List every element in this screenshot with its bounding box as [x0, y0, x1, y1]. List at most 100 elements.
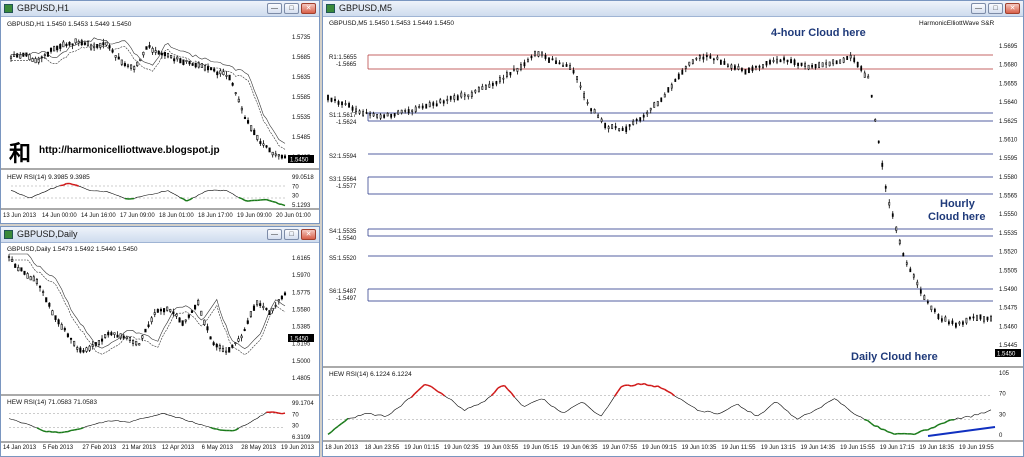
maximize-icon[interactable]: □: [284, 229, 299, 240]
rsi-segment: [597, 413, 602, 417]
minimize-icon[interactable]: —: [267, 3, 282, 14]
rsi-segment: [32, 195, 36, 198]
rsi-segment: [404, 398, 409, 403]
candle-body: [213, 68, 216, 72]
rsi-segment: [664, 388, 669, 393]
candle-body: [97, 340, 100, 345]
rsi-segment: [927, 427, 932, 431]
rsi-segment: [847, 408, 852, 412]
maximize-icon[interactable]: □: [284, 3, 299, 14]
candle-body: [569, 64, 571, 70]
axis-tick-label: 1.5735: [292, 35, 311, 41]
candle-body: [237, 98, 240, 103]
window-titlebar[interactable]: GBPUSD,M5 — □ ✕: [323, 1, 1023, 17]
rsi-segment: [87, 189, 92, 192]
candle-body: [400, 109, 403, 114]
daily-chart-area[interactable]: GBPUSD,Daily 1.5473 1.5492 1.5440 1.5450…: [1, 243, 319, 456]
candle-body: [185, 60, 188, 62]
rsi-segment: [857, 415, 862, 418]
rsi-segment: [115, 194, 119, 197]
close-icon[interactable]: ✕: [1005, 3, 1020, 14]
rsi-segment: [105, 420, 109, 422]
axis-tick-label: 105: [999, 371, 1010, 377]
candle-body: [586, 101, 589, 104]
rsi-segment: [42, 430, 47, 433]
close-icon[interactable]: ✕: [301, 3, 316, 14]
candle-body: [839, 59, 842, 64]
rsi-segment: [148, 416, 152, 418]
level-label: -1.5497: [336, 296, 357, 302]
chart-window-daily[interactable]: GBPUSD,Daily — □ ✕ GBPUSD,Daily 1.5473 1.5…: [0, 226, 320, 457]
rsi-segment: [474, 404, 478, 406]
rsi-segment: [737, 403, 742, 408]
rsi-segment: [461, 407, 465, 411]
time-tick-label: 27 Feb 2013: [82, 445, 116, 451]
candle-body: [362, 111, 364, 116]
rsi-segment: [167, 414, 171, 416]
candle-body: [184, 319, 187, 322]
axis-tick-label: 1.5635: [292, 75, 311, 81]
candle-body: [194, 304, 197, 310]
candle-body: [877, 140, 880, 144]
maximize-icon[interactable]: □: [988, 3, 1003, 14]
time-tick-label: 13 Jun 2013: [3, 213, 37, 219]
rsi-segment: [232, 193, 236, 197]
time-tick-label: 19 Jun 17:15: [880, 445, 915, 451]
candle-body: [268, 147, 271, 153]
candle-body: [442, 100, 445, 104]
rsi-segment: [253, 418, 258, 421]
candle-body: [265, 145, 268, 148]
candle-body: [259, 141, 262, 144]
m5-chart-area[interactable]: GBPUSD,M5 1.5450 1.5453 1.5449 1.5450 Ha…: [323, 17, 1023, 456]
axis-tick-label: 1.6165: [292, 256, 311, 262]
chart-window-m5[interactable]: GBPUSD,M5 — □ ✕ GBPUSD,M5 1.5450 1.5453 1.…: [322, 0, 1024, 457]
time-tick-label: 14 Jun 16:00: [81, 213, 116, 219]
window-title: GBPUSD,Daily: [17, 229, 78, 239]
current-price-label: 1.5450: [997, 352, 1016, 358]
candle-body: [63, 328, 66, 331]
h1-chart-area[interactable]: GBPUSD,H1 1.5450 1.5453 1.5449 1.5450 1.…: [1, 17, 319, 223]
candle-body: [280, 155, 283, 159]
rsi-segment: [132, 419, 137, 422]
minimize-icon[interactable]: —: [267, 229, 282, 240]
candle-body: [53, 46, 56, 52]
rsi-segment: [527, 402, 532, 405]
rsi-segment: [594, 411, 599, 415]
time-tick-label: 12 Apr 2013: [162, 445, 195, 451]
candle-body: [262, 305, 265, 309]
candle-body: [449, 96, 452, 100]
candle-body: [888, 202, 891, 206]
level-label: R1:1.5655: [329, 55, 357, 61]
rsi-segment: [191, 421, 196, 424]
indicator-label: HarmonicElliottWave S&R: [919, 20, 995, 27]
cloud-line: [11, 37, 286, 144]
window-titlebar[interactable]: GBPUSD,H1 — □ ✕: [1, 1, 319, 17]
candle-body: [390, 113, 393, 118]
rsi-segment: [837, 400, 842, 404]
candle-body: [467, 94, 470, 98]
window-titlebar[interactable]: GBPUSD,Daily — □ ✕: [1, 227, 319, 243]
level-label: -1.5540: [336, 236, 357, 242]
rsi-segment: [100, 190, 104, 193]
candle-body: [170, 55, 173, 58]
candle-body: [51, 310, 54, 316]
candle-body: [972, 316, 975, 319]
time-tick-label: 19 Jun 18:35: [919, 445, 954, 451]
rsi-segment: [146, 194, 150, 196]
chart-window-h1[interactable]: GBPUSD,H1 — □ ✕ GBPUSD,H1 1.5450 1.5453 1.…: [0, 0, 320, 224]
candle-body: [562, 64, 564, 67]
rsi-segment: [281, 412, 286, 415]
rsi-segment: [454, 402, 459, 407]
candle-body: [114, 55, 117, 58]
close-icon[interactable]: ✕: [301, 229, 316, 240]
candle-body: [86, 41, 90, 46]
candle-body: [176, 56, 179, 60]
rsi-segment: [35, 194, 39, 196]
rsi-segment: [824, 402, 828, 405]
candle-body: [150, 317, 153, 323]
rsi-segment: [238, 196, 243, 200]
rsi-segment: [767, 404, 772, 409]
candle-body: [797, 62, 799, 67]
minimize-icon[interactable]: —: [971, 3, 986, 14]
time-axis: 13 Jun 2013 14 Jun 00:00 14 Jun 16:00 17 Ju…: [3, 213, 311, 219]
